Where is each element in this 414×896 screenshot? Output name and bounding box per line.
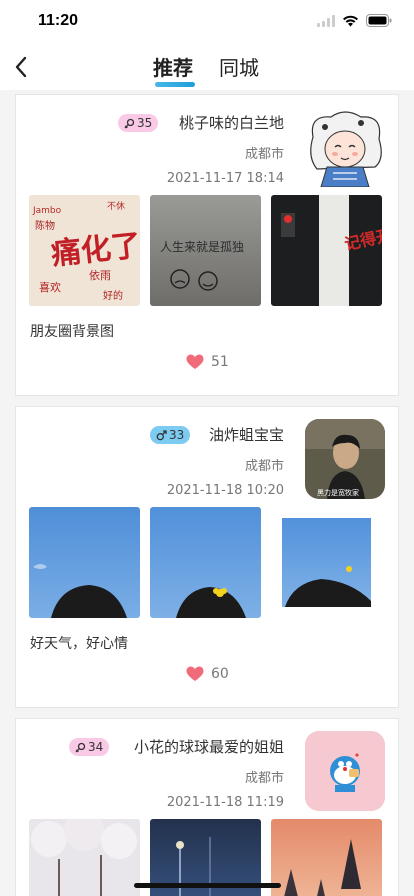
- post-feed[interactable]: 35 桃子味的白兰地 成都市 2021-11-17 18:14 痛化了 Jamb…: [0, 90, 414, 896]
- post-caption: 好天气，好心情: [30, 636, 128, 652]
- female-icon: [75, 742, 86, 752]
- man-photo-avatar-image: 黑力是宽牧家: [305, 419, 385, 499]
- age-label: 34: [88, 740, 104, 754]
- sky-head-photo: [29, 507, 140, 618]
- post-time: 2021-11-17 18:14: [166, 171, 284, 186]
- top-nav: 推荐 同城: [0, 44, 414, 90]
- post-photo[interactable]: [29, 507, 140, 618]
- male-icon: [156, 429, 167, 440]
- post-city: 成都市: [244, 147, 284, 162]
- grey-wall-photo: 人生来就是孤独: [150, 195, 261, 306]
- status-icons: [317, 14, 392, 27]
- sky-head-clip-photo: [150, 507, 261, 618]
- post-caption: 朋友圈背景图: [30, 324, 114, 340]
- post-card[interactable]: 35 桃子味的白兰地 成都市 2021-11-17 18:14 痛化了 Jamb…: [15, 94, 399, 396]
- avatar-caption: 黑力是宽牧家: [317, 488, 359, 497]
- street-lamp-photo: 记得开心！: [271, 195, 382, 306]
- post-card[interactable]: 33 油炸蛆宝宝 成都市 2021-11-18 10:20 黑力是宽牧家 好天气…: [15, 406, 399, 708]
- like-count[interactable]: 60: [186, 666, 229, 682]
- user-avatar[interactable]: [305, 731, 385, 811]
- gender-age-badge: 34: [69, 738, 110, 756]
- user-avatar[interactable]: [305, 107, 385, 187]
- wall-graffiti-text: 人生来就是孤独: [160, 240, 244, 254]
- sky-head-small-photo: [271, 507, 382, 618]
- post-photo[interactable]: [271, 819, 382, 896]
- post-city: 成都市: [244, 459, 284, 474]
- post-nickname[interactable]: 油炸蛆宝宝: [209, 424, 284, 445]
- signal-icon: [317, 14, 335, 27]
- post-photo[interactable]: [29, 819, 140, 896]
- chevron-left-icon: [15, 56, 27, 78]
- graffiti-wall-photo: 痛化了 Jambo 不休 陈物 依雨 喜欢 好的: [29, 195, 140, 306]
- active-tab-indicator: [155, 82, 195, 87]
- heart-icon[interactable]: [186, 354, 204, 370]
- tab-recommend[interactable]: 推荐: [153, 52, 193, 81]
- post-time: 2021-11-18 10:20: [166, 483, 284, 498]
- wifi-icon: [343, 15, 358, 26]
- post-photos: 痛化了 Jambo 不休 陈物 依雨 喜欢 好的 人生来就是孤独 记得开心！: [29, 195, 382, 306]
- post-photo[interactable]: 人生来就是孤独: [150, 195, 261, 306]
- like-count-label: 60: [211, 666, 229, 682]
- battery-icon: [366, 14, 392, 27]
- age-label: 33: [169, 428, 185, 442]
- svg-text:不休: 不休: [107, 200, 125, 212]
- status-bar: 11:20: [0, 0, 414, 44]
- status-time: 11:20: [38, 12, 79, 29]
- post-card[interactable]: 34 小花的球球最爱的姐姐 成都市 2021-11-18 11:19: [15, 718, 399, 896]
- sunset-trees-photo: [271, 819, 382, 896]
- anime-sheep-avatar-image: [305, 107, 385, 187]
- tab-same-city[interactable]: 同城: [219, 52, 259, 81]
- age-label: 35: [137, 116, 153, 130]
- svg-text:陈物: 陈物: [35, 219, 55, 232]
- gender-age-badge: 33: [150, 426, 191, 444]
- back-button[interactable]: [10, 52, 36, 82]
- female-icon: [124, 118, 135, 128]
- gender-age-badge: 35: [118, 114, 159, 132]
- like-count[interactable]: 51: [186, 354, 229, 370]
- svg-text:Jambo: Jambo: [32, 206, 62, 216]
- post-photos: [29, 507, 382, 618]
- post-time: 2021-11-18 11:19: [166, 795, 284, 810]
- post-photo[interactable]: [150, 507, 261, 618]
- post-nickname[interactable]: 小花的球球最爱的姐姐: [134, 736, 284, 757]
- heart-icon[interactable]: [186, 666, 204, 682]
- blossom-trees-photo: [29, 819, 140, 896]
- svg-text:依雨: 依雨: [89, 269, 111, 282]
- svg-text:好的: 好的: [103, 289, 123, 302]
- user-avatar[interactable]: 黑力是宽牧家: [305, 419, 385, 499]
- doraemon-avatar-image: [305, 731, 385, 811]
- post-city: 成都市: [244, 771, 284, 786]
- post-photo[interactable]: 痛化了 Jambo 不休 陈物 依雨 喜欢 好的: [29, 195, 140, 306]
- like-count-label: 51: [211, 354, 229, 370]
- svg-text:喜欢: 喜欢: [39, 280, 61, 294]
- post-nickname[interactable]: 桃子味的白兰地: [179, 112, 284, 133]
- home-indicator: [134, 883, 281, 888]
- post-photo[interactable]: 记得开心！: [271, 195, 382, 306]
- post-photo[interactable]: [271, 507, 382, 618]
